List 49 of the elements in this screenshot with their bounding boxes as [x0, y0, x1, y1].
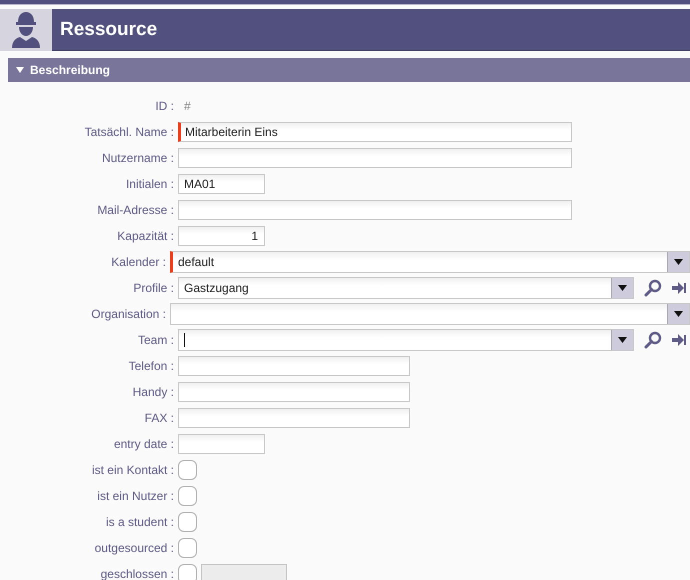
text-field[interactable]: Mitarbeiterin Eins: [178, 122, 572, 142]
text-field[interactable]: 1: [178, 226, 265, 246]
field-label: Profile :: [132, 281, 175, 295]
arrow-icon[interactable]: [672, 334, 686, 346]
caret-icon: [618, 337, 627, 343]
field-label: Initialen :: [124, 177, 175, 191]
select-field[interactable]: [170, 303, 690, 325]
field-label: Kalender :: [110, 255, 167, 269]
field-label: Mail-Adresse :: [96, 203, 175, 217]
caret-icon: [674, 259, 683, 265]
field-label: is a student :: [104, 515, 175, 529]
field-label: outgesourced :: [94, 541, 175, 555]
section-header[interactable]: Beschreibung: [8, 58, 690, 82]
checkbox[interactable]: [178, 538, 197, 558]
caret-icon: [674, 311, 683, 317]
checkbox[interactable]: [178, 460, 197, 480]
field-label: ist ein Kontakt :: [90, 463, 175, 477]
checkbox[interactable]: [178, 512, 197, 532]
field-label: entry date :: [112, 437, 175, 451]
text-field[interactable]: MA01: [178, 174, 265, 194]
select-field[interactable]: [178, 329, 634, 351]
field-label: Organisation :: [90, 307, 167, 321]
checkbox[interactable]: [178, 564, 197, 580]
text-field[interactable]: [178, 148, 572, 168]
checkbox[interactable]: [178, 486, 197, 506]
field-label: Team :: [136, 333, 175, 347]
text-field[interactable]: [178, 200, 572, 220]
worker-icon: [11, 11, 41, 49]
search-icon[interactable]: [644, 279, 662, 297]
field-label: Kapazität :: [116, 229, 175, 243]
search-icon[interactable]: [644, 331, 662, 349]
text-field[interactable]: [178, 408, 410, 428]
caret-icon: [618, 285, 627, 291]
text-field[interactable]: [178, 356, 410, 376]
field-label: Tatsächl. Name :: [84, 125, 175, 139]
id-value: #: [183, 99, 191, 113]
field-label: Telefon :: [128, 359, 175, 373]
arrow-icon[interactable]: [672, 282, 686, 294]
field-label: ist ein Nutzer :: [96, 489, 175, 503]
select-field[interactable]: Gastzugang: [178, 277, 634, 299]
select-field[interactable]: default: [170, 251, 690, 273]
page-title: Ressource: [60, 18, 158, 40]
section-title: Beschreibung: [30, 63, 110, 77]
text-field[interactable]: [178, 434, 265, 454]
field-label: Nutzername :: [100, 151, 175, 165]
text-field[interactable]: [178, 382, 410, 402]
field-label: Handy :: [132, 385, 175, 399]
field-label: ID :: [154, 99, 175, 113]
field-label: FAX :: [144, 411, 175, 425]
